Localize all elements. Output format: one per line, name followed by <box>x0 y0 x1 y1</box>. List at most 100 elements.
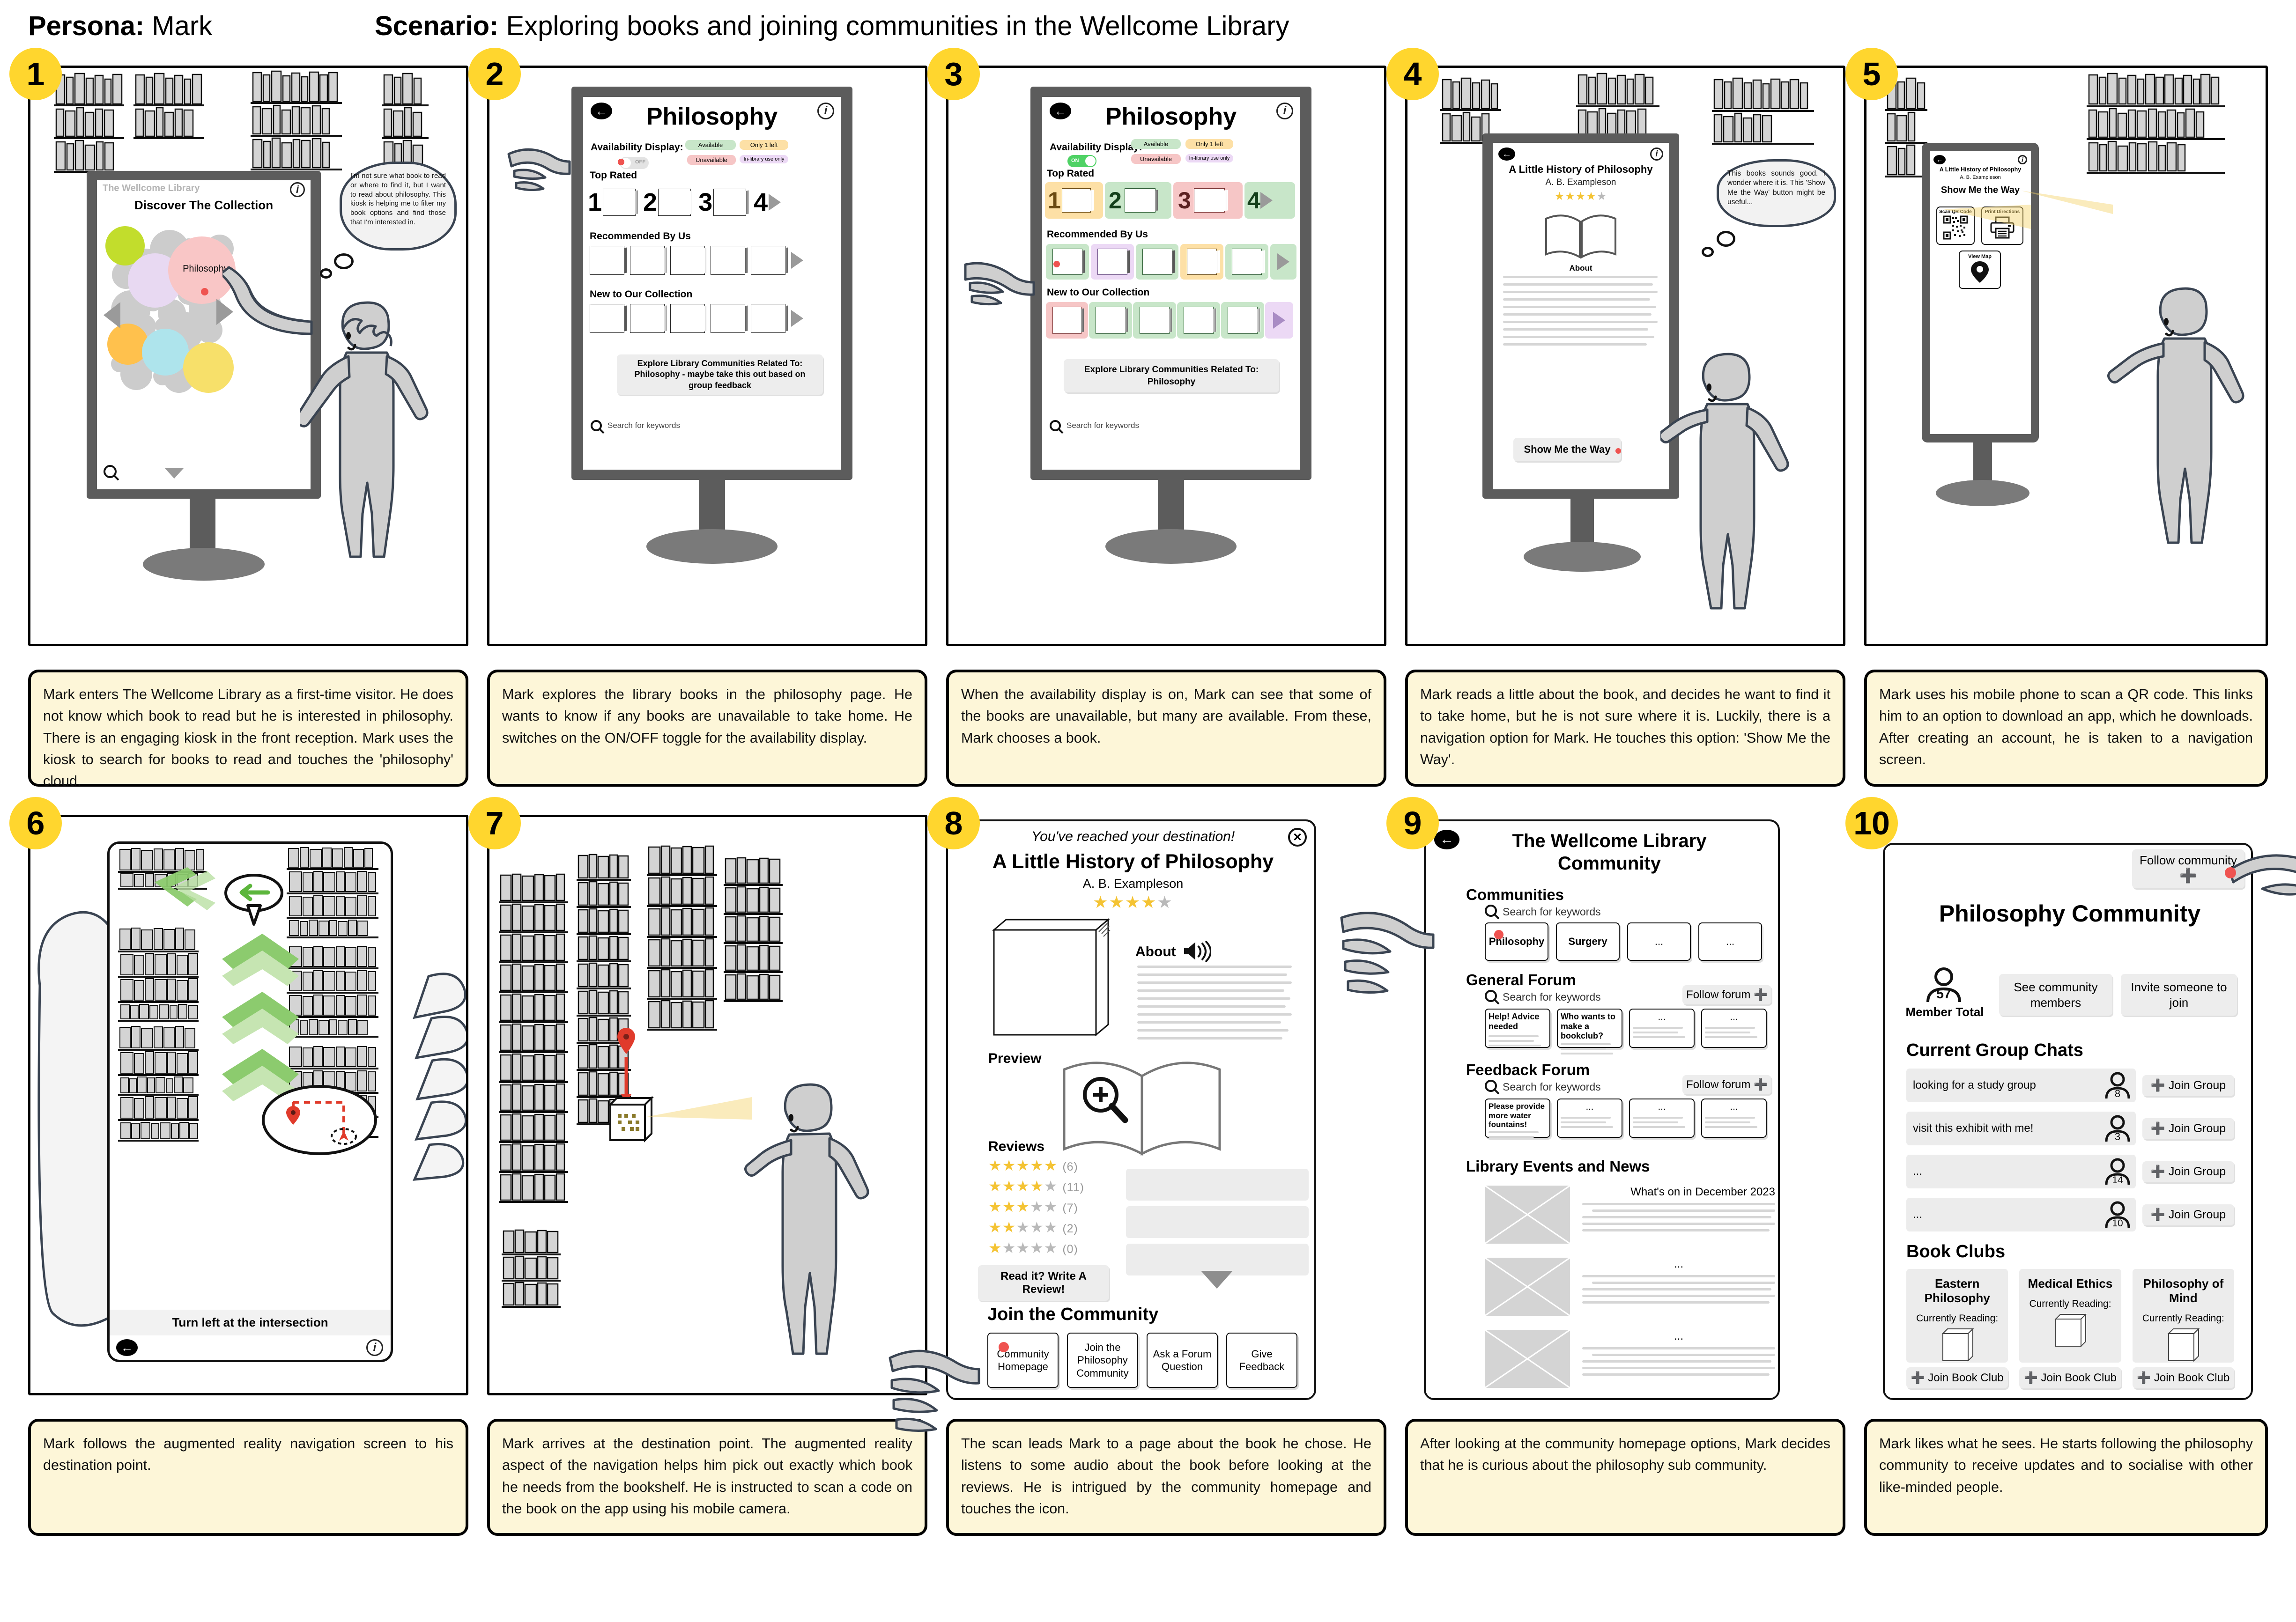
book-thumb[interactable] <box>630 304 665 333</box>
book-thumb[interactable] <box>590 246 624 275</box>
book-thumb[interactable] <box>1097 249 1127 275</box>
triangle-right-icon[interactable] <box>769 194 781 211</box>
forum-post-card[interactable]: ... <box>1557 1099 1622 1138</box>
book-thumb[interactable] <box>658 189 691 216</box>
book-card-unavailable[interactable]: 3 <box>1173 182 1243 219</box>
book-card-next[interactable] <box>1270 244 1297 280</box>
book-thumb[interactable] <box>1232 249 1262 275</box>
group-chat-row[interactable]: visit this exhibit with me! 3 ➕ Join Gro… <box>1906 1112 2234 1145</box>
book-thumb[interactable] <box>1061 188 1091 213</box>
join-group-button[interactable]: ➕ Join Group <box>2142 1204 2234 1225</box>
book-card-next[interactable] <box>1265 302 1293 339</box>
top-rated-row[interactable]: 1 2 3 4 <box>588 184 836 221</box>
group-chat-row[interactable]: ... 10 ➕ Join Group <box>1906 1198 2234 1231</box>
community-tile-more[interactable]: ... <box>1698 922 1762 961</box>
preview-open-book[interactable] <box>1059 1054 1233 1161</box>
info-icon[interactable]: i <box>1650 147 1663 161</box>
book-card-available[interactable]: 2 <box>1105 182 1171 219</box>
book-thumb[interactable] <box>1193 188 1225 213</box>
book-thumb[interactable] <box>1140 307 1170 334</box>
arrow-left-icon[interactable]: ← <box>116 1339 138 1356</box>
community-tile-more[interactable]: ... <box>1627 922 1691 961</box>
view-map-option[interactable]: View Map <box>1959 251 2001 289</box>
triangle-right-icon[interactable] <box>1273 312 1285 329</box>
forum-post-card[interactable]: Help! Advice needed <box>1485 1009 1550 1048</box>
search-input[interactable]: Search for keywords <box>1503 991 1601 1003</box>
search-icon[interactable] <box>1485 990 1497 1002</box>
forum-post-card[interactable]: ... <box>1701 1009 1767 1048</box>
join-book-club-button[interactable]: ➕ Join Book Club <box>1906 1367 2008 1388</box>
book-club-card[interactable]: Eastern Philosophy Currently Reading: ➕ … <box>1906 1269 2008 1388</box>
speaker-icon[interactable] <box>1182 941 1211 962</box>
recommended-row[interactable] <box>590 246 833 275</box>
book-card-available[interactable]: 4 <box>1244 182 1295 219</box>
book-thumb[interactable] <box>1142 249 1172 275</box>
give-feedback-button[interactable]: Give Feedback <box>1226 1333 1297 1388</box>
forum-post-card[interactable]: Please provide more water fountains! <box>1485 1099 1550 1138</box>
book-thumb[interactable] <box>711 304 745 333</box>
arrow-left-icon[interactable]: ← <box>1498 147 1515 161</box>
book-thumb[interactable] <box>1096 307 1126 334</box>
book-thumb[interactable] <box>1184 307 1214 334</box>
book-thumb[interactable] <box>711 246 745 275</box>
write-review-button[interactable]: Read it? Write A Review! <box>978 1265 1109 1301</box>
availability-toggle[interactable]: ON <box>1067 155 1096 167</box>
community-tile-philosophy[interactable]: Philosophy <box>1485 922 1548 961</box>
triangle-down-icon[interactable] <box>165 468 184 479</box>
search-input[interactable]: Search for keywords <box>1503 906 1601 918</box>
arrow-left-icon[interactable]: ← <box>1434 830 1459 849</box>
book-card-available[interactable] <box>1221 302 1264 339</box>
search-icon[interactable] <box>1485 905 1497 917</box>
book-card-only-one-left[interactable]: 1 <box>1045 182 1103 219</box>
book-thumb[interactable] <box>751 246 785 275</box>
forum-post-card[interactable]: ... <box>1701 1099 1767 1138</box>
book-card-available[interactable] <box>1135 244 1179 280</box>
search-input[interactable]: Search for keywords <box>1067 421 1139 430</box>
triangle-down-icon[interactable] <box>1201 1271 1233 1289</box>
book-thumb[interactable] <box>670 304 705 333</box>
search-icon[interactable] <box>104 465 117 478</box>
info-icon[interactable]: i <box>366 1339 383 1356</box>
new-collection-row[interactable] <box>590 304 833 333</box>
book-thumb[interactable] <box>630 246 665 275</box>
book-thumb[interactable] <box>1124 188 1155 213</box>
book-club-card[interactable]: Philosophy of Mind Currently Reading: ➕ … <box>2132 1269 2234 1388</box>
book-club-card[interactable]: Medical Ethics Currently Reading: ➕ Join… <box>2019 1269 2121 1388</box>
book-thumb[interactable] <box>1228 307 1258 334</box>
join-book-club-button[interactable]: ➕ Join Book Club <box>2019 1367 2121 1388</box>
triangle-right-icon[interactable] <box>1277 253 1290 270</box>
follow-feedback-forum-button[interactable]: Follow forum ➕ <box>1682 1075 1771 1094</box>
show-me-the-way-button[interactable]: Show Me the Way <box>1513 438 1621 461</box>
review-card[interactable] <box>1126 1169 1309 1201</box>
search-input[interactable]: Search for keywords <box>1503 1081 1601 1093</box>
forum-post-card[interactable]: ... <box>1629 1099 1695 1138</box>
book-thumb[interactable] <box>590 304 624 333</box>
info-icon[interactable]: i <box>2018 155 2027 164</box>
explore-communities-banner[interactable]: Explore Library Communities Related To: … <box>617 354 823 395</box>
search-icon[interactable] <box>591 420 602 431</box>
book-card-available[interactable] <box>1225 244 1269 280</box>
book-card-in-library[interactable] <box>1090 244 1134 280</box>
book-card-available[interactable] <box>1089 302 1132 339</box>
group-chat-row[interactable]: looking for a study group 8 ➕ Join Group <box>1906 1069 2234 1102</box>
search-icon[interactable] <box>1485 1080 1497 1092</box>
book-card-available[interactable] <box>1177 302 1220 339</box>
event-item[interactable]: ... <box>1485 1258 1775 1316</box>
book-card-available[interactable] <box>1133 302 1176 339</box>
book-thumb[interactable] <box>713 189 747 216</box>
event-item[interactable]: ... <box>1485 1330 1775 1388</box>
new-collection-row[interactable] <box>1046 302 1296 339</box>
explore-communities-banner[interactable]: Explore Library Communities Related To: … <box>1064 359 1279 393</box>
close-icon[interactable]: ✕ <box>1288 828 1307 847</box>
join-book-club-button[interactable]: ➕ Join Book Club <box>2132 1367 2234 1388</box>
join-group-button[interactable]: ➕ Join Group <box>2142 1075 2234 1096</box>
triangle-right-icon[interactable] <box>1260 192 1273 209</box>
community-tile-surgery[interactable]: Surgery <box>1556 922 1620 961</box>
ask-forum-question-button[interactable]: Ask a Forum Question <box>1147 1333 1218 1388</box>
book-thumb[interactable] <box>751 304 785 333</box>
group-chat-row[interactable]: ... 14 ➕ Join Group <box>1906 1155 2234 1188</box>
triangle-right-icon[interactable] <box>791 310 803 327</box>
join-philosophy-community-button[interactable]: Join the Philosophy Community <box>1067 1333 1138 1388</box>
forum-post-card[interactable]: ... <box>1629 1009 1695 1048</box>
book-thumb[interactable] <box>670 246 705 275</box>
